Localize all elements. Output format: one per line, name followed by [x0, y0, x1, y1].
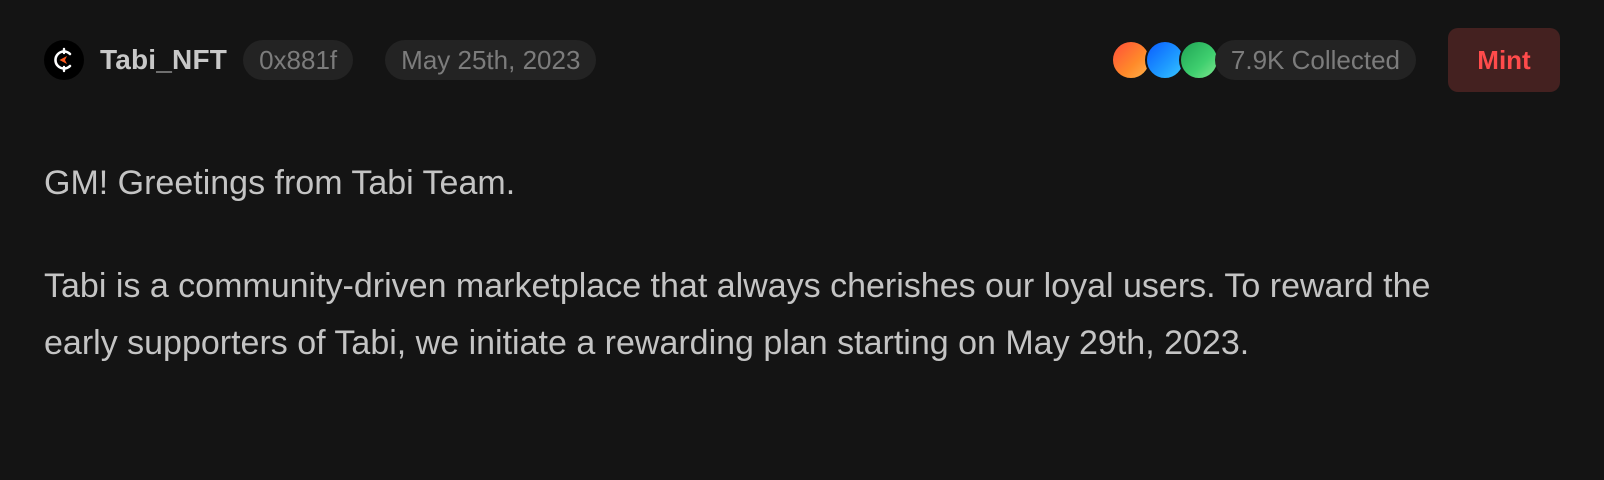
post-greeting: GM! Greetings from Tabi Team.: [44, 164, 516, 202]
tabi-logo-icon: [44, 40, 84, 80]
post-content: GM! Greetings from Tabi Team. Tabi is a …: [44, 155, 1464, 372]
post-header: Tabi_NFT 0x881f May 25th, 2023 7.9K Coll…: [44, 26, 1560, 94]
post-page: Tabi_NFT 0x881f May 25th, 2023 7.9K Coll…: [0, 0, 1604, 480]
address-badge[interactable]: 0x881f: [243, 40, 354, 80]
collector-avatars: [1110, 40, 1219, 80]
author-link[interactable]: Tabi_NFT: [44, 40, 227, 80]
post-body: Tabi is a community-driven marketplace t…: [44, 267, 1431, 362]
author-name: Tabi_NFT: [100, 44, 228, 75]
post-date: May 25th, 2023: [385, 40, 597, 80]
collected-count: 7.9K Collected: [1214, 40, 1416, 80]
mint-button[interactable]: Mint: [1448, 28, 1560, 92]
collectors-group[interactable]: 7.9K Collected: [1110, 40, 1416, 80]
collector-avatar: [1178, 40, 1219, 80]
